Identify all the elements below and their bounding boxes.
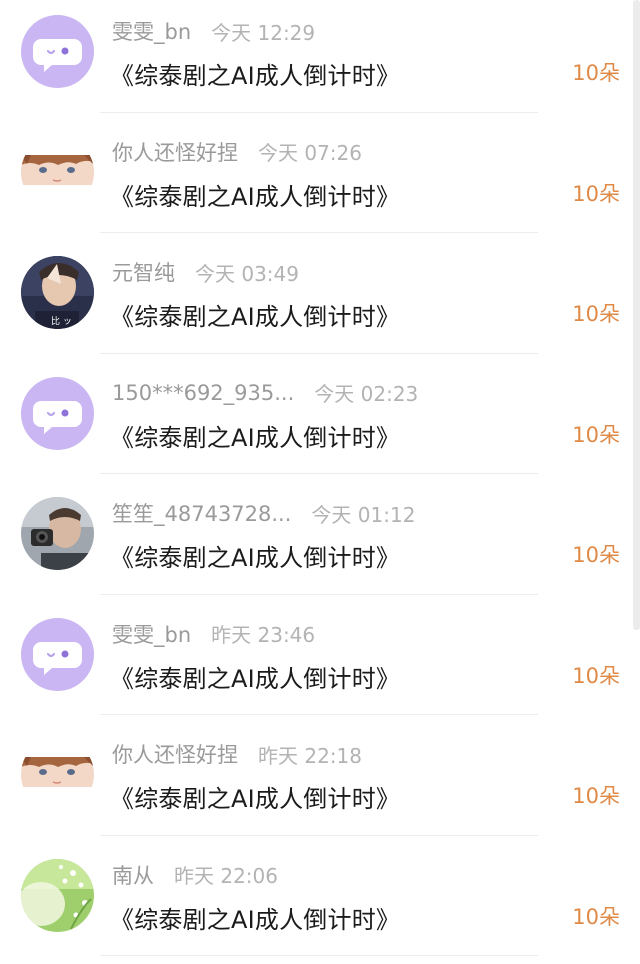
gift-amount: 10朵 — [572, 57, 620, 87]
username[interactable]: 雯雯_bn — [112, 619, 191, 649]
gift-amount: 10朵 — [572, 780, 620, 810]
avatar[interactable] — [21, 738, 94, 811]
person-photo-avatar-icon — [21, 256, 94, 329]
username[interactable]: 笙笙_48743728... — [112, 498, 291, 528]
chat-bubble-avatar-icon — [21, 377, 94, 450]
gift-amount: 10朵 — [572, 178, 620, 208]
divider — [100, 473, 538, 474]
scrollbar[interactable] — [633, 0, 640, 630]
book-title[interactable]: 《综泰剧之AI成人倒计时》 — [110, 297, 400, 332]
item-meta: 元智纯 今天 03:49 — [112, 256, 299, 288]
divider — [100, 714, 538, 715]
camera-person-avatar-icon — [21, 497, 94, 570]
divider — [100, 955, 538, 956]
item-meta: 你人还怪好捏 今天 07:26 — [112, 136, 362, 168]
divider — [100, 232, 538, 233]
username[interactable]: 元智纯 — [112, 257, 175, 287]
green-flowers-avatar-icon — [21, 859, 94, 932]
list-item[interactable]: 雯雯_bn 今天 12:29 《综泰剧之AI成人倒计时》 10朵 — [0, 0, 632, 121]
item-meta: 笙笙_48743728... 今天 01:12 — [112, 497, 415, 529]
username[interactable]: 南从 — [112, 860, 154, 890]
timestamp: 昨天 22:06 — [174, 860, 278, 889]
item-meta: 你人还怪好捏 昨天 22:18 — [112, 738, 362, 770]
gift-amount: 10朵 — [572, 901, 620, 931]
timestamp: 今天 07:26 — [258, 137, 362, 166]
item-meta: 雯雯_bn 昨天 23:46 — [112, 618, 315, 650]
item-meta: 雯雯_bn 今天 12:29 — [112, 15, 315, 47]
username[interactable]: 雯雯_bn — [112, 16, 191, 46]
book-title[interactable]: 《综泰剧之AI成人倒计时》 — [110, 779, 400, 814]
divider — [100, 353, 538, 354]
timestamp: 昨天 23:46 — [211, 619, 315, 648]
gift-amount: 10朵 — [572, 298, 620, 328]
book-title[interactable]: 《综泰剧之AI成人倒计时》 — [110, 659, 400, 694]
list-item[interactable]: 南从 昨天 22:06 《综泰剧之AI成人倒计时》 10朵 — [0, 844, 632, 964]
timestamp: 今天 03:49 — [195, 258, 299, 287]
list-item[interactable]: 你人还怪好捏 今天 07:26 《综泰剧之AI成人倒计时》 10朵 — [0, 121, 632, 242]
gift-amount: 10朵 — [572, 419, 620, 449]
divider — [100, 112, 538, 113]
book-title[interactable]: 《综泰剧之AI成人倒计时》 — [110, 177, 400, 212]
list-item[interactable]: 150***692_935... 今天 02:23 《综泰剧之AI成人倒计时》 … — [0, 362, 632, 483]
book-title[interactable]: 《综泰剧之AI成人倒计时》 — [110, 418, 400, 453]
item-meta: 150***692_935... 今天 02:23 — [112, 377, 418, 409]
list-item[interactable]: 雯雯_bn 昨天 23:46 《综泰剧之AI成人倒计时》 10朵 — [0, 603, 632, 724]
chat-bubble-avatar-icon — [21, 618, 94, 691]
avatar[interactable] — [21, 136, 94, 209]
avatar[interactable] — [21, 618, 94, 691]
timestamp: 今天 12:29 — [211, 17, 315, 46]
username[interactable]: 150***692_935... — [112, 381, 294, 405]
avatar[interactable] — [21, 377, 94, 450]
divider — [100, 835, 538, 836]
list-item[interactable]: 你人还怪好捏 昨天 22:18 《综泰剧之AI成人倒计时》 10朵 — [0, 723, 632, 844]
anime-boy-avatar-icon — [21, 136, 94, 209]
avatar[interactable] — [21, 859, 94, 932]
avatar[interactable] — [21, 256, 94, 329]
timestamp: 今天 02:23 — [314, 378, 418, 407]
book-title[interactable]: 《综泰剧之AI成人倒计时》 — [110, 538, 400, 573]
gift-amount: 10朵 — [572, 660, 620, 690]
gift-amount: 10朵 — [572, 539, 620, 569]
divider — [100, 594, 538, 595]
book-title[interactable]: 《综泰剧之AI成人倒计时》 — [110, 900, 400, 935]
item-meta: 南从 昨天 22:06 — [112, 859, 278, 891]
chat-bubble-avatar-icon — [21, 15, 94, 88]
gift-record-list: 雯雯_bn 今天 12:29 《综泰剧之AI成人倒计时》 10朵 你人还怪好捏 … — [0, 0, 632, 964]
username[interactable]: 你人还怪好捏 — [112, 137, 238, 167]
list-item[interactable]: 笙笙_48743728... 今天 01:12 《综泰剧之AI成人倒计时》 10… — [0, 482, 632, 603]
anime-boy-avatar-icon — [21, 738, 94, 811]
timestamp: 昨天 22:18 — [258, 740, 362, 769]
avatar[interactable] — [21, 15, 94, 88]
list-item[interactable]: 元智纯 今天 03:49 《综泰剧之AI成人倒计时》 10朵 — [0, 241, 632, 362]
book-title[interactable]: 《综泰剧之AI成人倒计时》 — [110, 56, 400, 91]
username[interactable]: 你人还怪好捏 — [112, 739, 238, 769]
timestamp: 今天 01:12 — [311, 499, 415, 528]
avatar[interactable] — [21, 497, 94, 570]
